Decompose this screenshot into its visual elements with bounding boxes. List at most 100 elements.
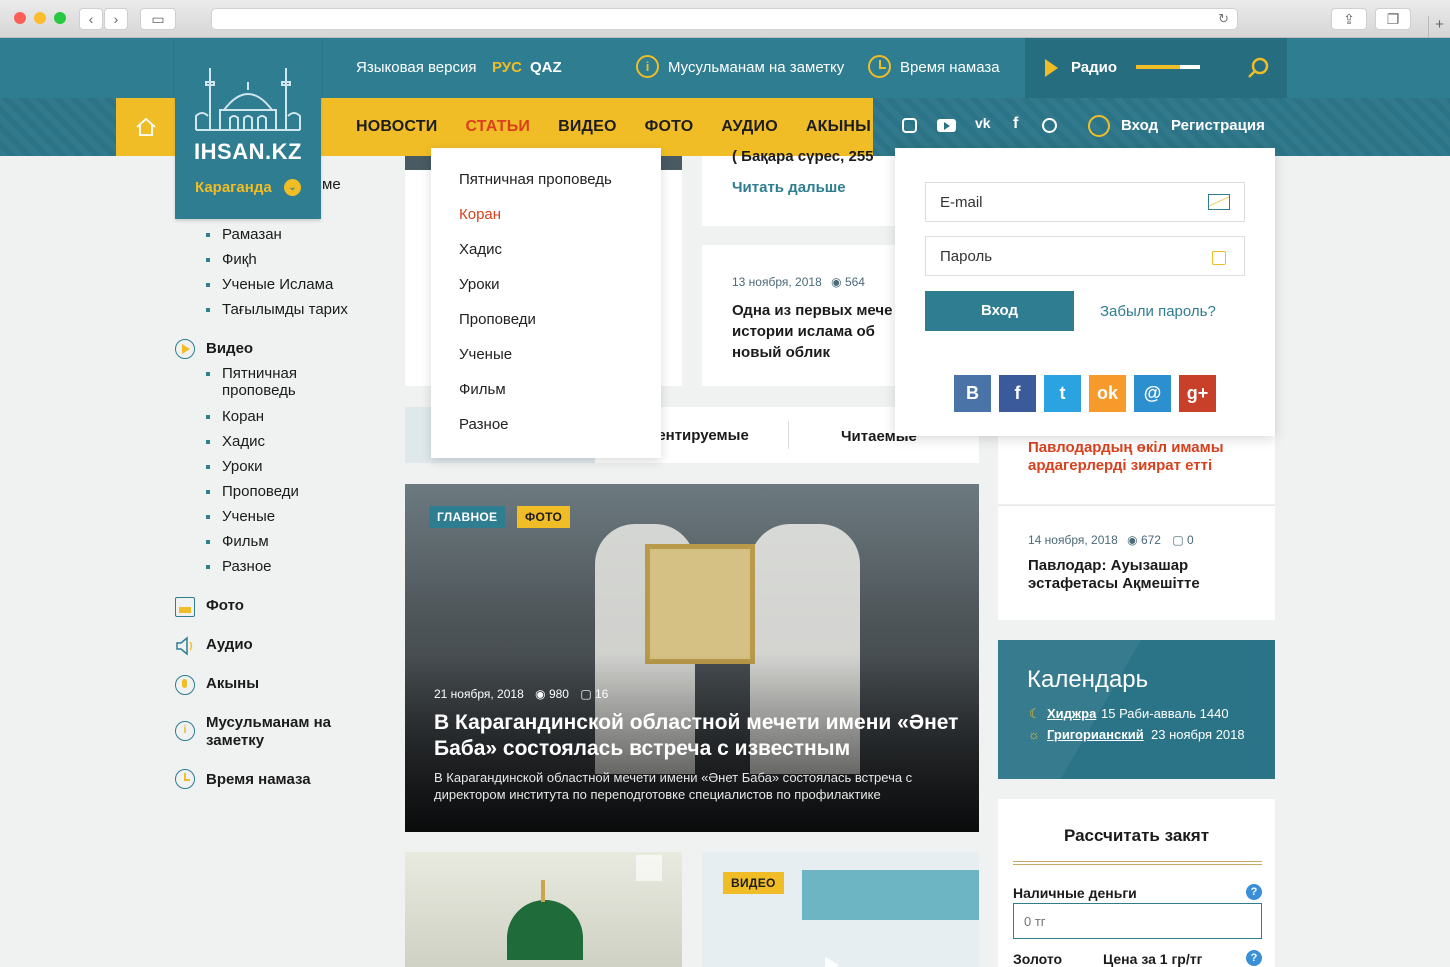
city-selector[interactable]: Караганда [195,179,272,196]
dropdown-item[interactable]: Разное [459,416,509,433]
lang-ru-link[interactable]: РУС [492,59,522,76]
menu-akyny[interactable]: АКЫНЫ [806,118,871,136]
sidebar-audio[interactable]: Аудио [206,636,253,653]
forward-button[interactable]: › [104,8,128,30]
sidebar-muslim-note[interactable]: Мусульманам на заметку [206,714,356,750]
article-card[interactable] [405,852,682,967]
article-card[interactable]: 13 ноября, 2018 ◉ 564 Одна из первых меч… [702,245,902,386]
reload-icon[interactable]: ↻ [1218,11,1229,27]
article-date: 13 ноября, 2018 [732,275,822,289]
sidebar-video-item[interactable]: Коран [206,408,264,425]
sidebar-toggle-icon[interactable]: ▭ [140,8,176,30]
sidebar-item-ramazan[interactable]: Рамазан [206,226,282,243]
search-button[interactable] [1229,38,1287,98]
dropdown-item[interactable]: Ученые [459,346,512,363]
sidebar-item-scholars[interactable]: Ученые Ислама [206,276,333,293]
news-title[interactable]: Павлодардың өкіл имамы ардагерлерді зияр… [1028,439,1268,475]
mailru-login-icon[interactable]: @ [1134,375,1171,412]
article-card[interactable]: ВИДЕО [702,852,979,967]
tabs-overview-icon[interactable]: ❐ [1375,8,1411,30]
odnoklassniki-login-icon[interactable]: ok [1089,375,1126,412]
read-more-link[interactable]: Читать дальше [732,179,846,196]
main-story-card[interactable]: ГЛАВНОЕ ФОТО 21 ноября, 2018 ◉ 980 ▢ 16 … [405,484,979,832]
dropdown-item[interactable]: Хадис [459,241,502,258]
login-link[interactable]: Вход [1121,117,1158,134]
menu-photo[interactable]: ФОТО [645,118,694,136]
dropdown-item[interactable]: Проповеди [459,311,536,328]
sidebar-video-item[interactable]: Уроки [206,458,262,475]
menu-video[interactable]: ВИДЕО [558,118,617,136]
sidebar-video-item[interactable]: Проповеди [206,483,299,500]
cash-input[interactable] [1013,903,1262,939]
sidebar-photo[interactable]: Фото [206,597,244,614]
menu-articles[interactable]: СТАТЬИ [465,118,530,136]
chevron-down-icon[interactable]: ⌄ [284,179,301,196]
story-title[interactable]: В Карагандинской областной мечети имени … [434,710,964,762]
sidebar-partial-text: ме [322,176,341,193]
close-window-button[interactable] [14,12,26,24]
share-icon[interactable]: ⇪ [1331,8,1367,30]
help-icon[interactable]: ? [1246,884,1262,900]
sidebar-video-item[interactable]: Разное [206,558,272,575]
info-icon: i [175,721,195,741]
tag-video[interactable]: ВИДЕО [723,872,784,894]
instagram-icon[interactable] [902,118,917,133]
sidebar-video-item[interactable]: Ученые [206,508,275,525]
menu-audio[interactable]: АУДИО [721,118,777,136]
address-bar[interactable]: ↻ [211,8,1238,30]
sidebar-item-fiqh[interactable]: Фиқһ [206,251,257,268]
gregorian-link[interactable]: Григорианский [1047,727,1144,742]
sidebar-prayer-time[interactable]: Время намаза [206,771,311,788]
dropdown-item[interactable]: Уроки [459,276,499,293]
help-icon[interactable]: ? [1246,950,1262,966]
hijri-link[interactable]: Хиджра [1047,706,1096,721]
sidebar-akyny[interactable]: Акыны [206,675,259,692]
googleplus-login-icon[interactable]: g+ [1179,375,1216,412]
sidebar-video-item[interactable]: Пятничная проповедь [206,365,326,399]
volume-slider[interactable] [1136,65,1200,69]
password-field[interactable]: Пароль [925,236,1245,276]
dropdown-item[interactable]: Пятничная проповедь [459,171,612,188]
sidebar-video[interactable]: Видео [206,340,253,357]
news-card[interactable]: Павлодардың өкіл имамы ардагерлерді зияр… [998,436,1275,504]
vk-login-icon[interactable]: B [954,375,991,412]
facebook-icon[interactable]: f [1013,115,1018,133]
muslim-note-link[interactable]: Мусульманам на заметку [668,59,844,76]
back-button[interactable]: ‹ [79,8,103,30]
news-title[interactable]: Павлодар: Ауызашар эстафетасы Ақмешітте [1028,557,1248,593]
story-views: 980 [548,687,569,701]
twitter-login-icon[interactable]: t [1044,375,1081,412]
dropdown-item[interactable]: Коран [459,206,501,223]
login-submit-button[interactable]: Вход [925,291,1074,331]
article-partial-text: ( Бақара сүрес, 255 [732,148,874,165]
maximize-window-button[interactable] [54,12,66,24]
youtube-icon[interactable] [937,119,956,132]
article-title[interactable]: Одна из первых мече в истории ислама об … [732,300,902,363]
whatsapp-icon[interactable] [1042,118,1057,133]
radio-player[interactable]: Радио [1025,38,1229,98]
play-icon[interactable] [825,957,839,967]
story-date: 21 ноября, 2018 [434,687,524,701]
vk-icon[interactable]: vk [975,115,991,131]
sidebar-item-history[interactable]: Тағылымды тарих [206,301,348,318]
register-link[interactable]: Регистрация [1171,117,1265,134]
prayer-time-link[interactable]: Время намаза [900,59,1000,76]
sidebar-video-item[interactable]: Хадис [206,433,265,450]
news-card[interactable]: 14 ноября, 2018 ◉ 672 ▢ 0 Павлодар: Ауыз… [998,505,1275,620]
calendar-title: Календарь [1027,666,1149,693]
lang-kz-link[interactable]: QAZ [530,59,562,76]
tag-main[interactable]: ГЛАВНОЕ [429,506,506,528]
tag-photo[interactable]: ФОТО [517,506,571,528]
sidebar-video-item[interactable]: Фильм [206,533,269,550]
facebook-login-icon[interactable]: f [999,375,1036,412]
play-icon[interactable] [1045,59,1058,77]
minimize-window-button[interactable] [34,12,46,24]
new-tab-button[interactable]: + [1428,16,1450,38]
site-logo[interactable]: IHSAN.KZ Караганда ⌄ [175,38,321,219]
home-button[interactable] [116,98,175,156]
dropdown-item[interactable]: Фильм [459,381,506,398]
menu-news[interactable]: НОВОСТИ [356,118,437,136]
news-meta: 14 ноября, 2018 ◉ 672 ▢ 0 [1028,533,1194,547]
email-field[interactable]: E-mail [925,182,1245,222]
forgot-password-link[interactable]: Забыли пароль? [1100,303,1216,320]
